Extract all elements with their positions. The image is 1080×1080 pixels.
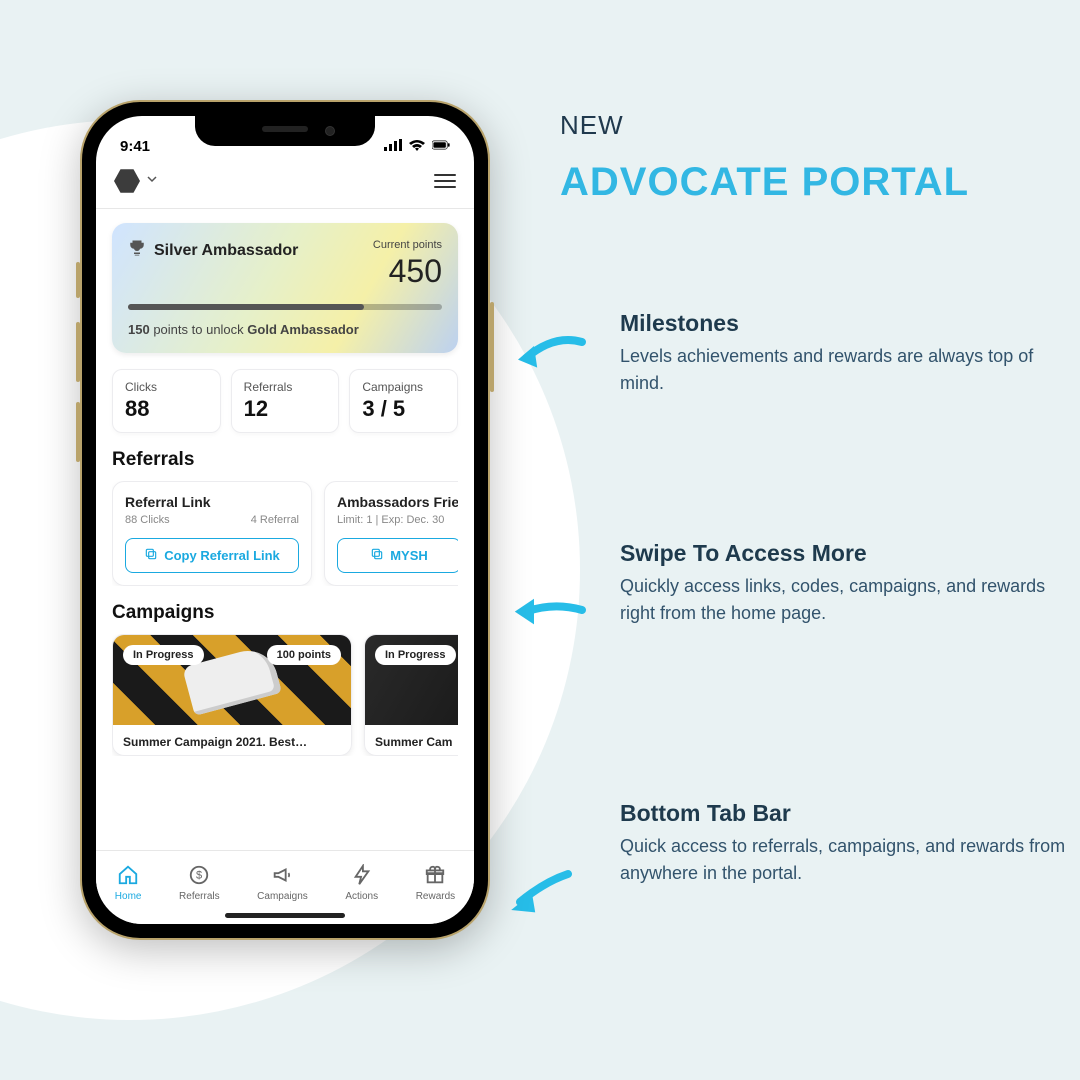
stat-label: Campaigns — [362, 380, 445, 394]
points-chip: 100 points — [267, 645, 341, 665]
stat-label: Referrals — [244, 380, 327, 394]
milestone-tier: Silver Ambassador — [154, 242, 298, 260]
arrow-icon — [510, 320, 590, 385]
trophy-icon — [128, 239, 146, 262]
stat-campaigns[interactable]: Campaigns 3 / 5 — [349, 369, 458, 433]
signal-icon — [384, 138, 402, 155]
annotation-desc: Levels achievements and rewards are alwa… — [620, 343, 1080, 397]
stat-clicks[interactable]: Clicks 88 — [112, 369, 221, 433]
chevron-down-icon — [146, 172, 158, 190]
phone-frame: 9:41 Silver Ambassador — [80, 100, 490, 940]
annotation-title: Swipe To Access More — [620, 540, 1080, 567]
brand-dropdown[interactable] — [114, 168, 158, 194]
referral-card-title: Ambassadors Frie — [337, 494, 458, 510]
wifi-icon — [408, 138, 426, 155]
promo-badge: NEW — [560, 110, 1020, 141]
annotation-desc: Quickly access links, codes, campaigns, … — [620, 573, 1080, 627]
megaphone-icon — [271, 864, 293, 889]
campaign-title: Summer Cam — [365, 725, 458, 755]
stat-value: 3 / 5 — [362, 396, 445, 422]
annotation-desc: Quick access to referrals, campaigns, an… — [620, 833, 1080, 887]
referral-card[interactable]: Referral Link 88 Clicks 4 Referral Copy R… — [112, 481, 312, 586]
home-icon — [117, 864, 139, 889]
referral-card-title: Referral Link — [125, 494, 299, 510]
current-points-value: 450 — [373, 253, 442, 290]
home-indicator — [225, 913, 345, 918]
battery-icon — [432, 138, 450, 155]
referral-sub: Limit: 1 | Exp: Dec. 30 — [337, 514, 444, 526]
copy-referral-button[interactable]: Copy Referral Link — [125, 538, 299, 573]
milestone-progress — [128, 304, 442, 310]
arrow-icon — [500, 860, 580, 925]
copy-icon — [144, 547, 158, 564]
status-time: 9:41 — [120, 138, 150, 155]
milestone-next: 150 points to unlock Gold Ambassador — [128, 322, 442, 337]
tab-campaigns[interactable]: Campaigns — [257, 864, 308, 902]
tab-actions[interactable]: Actions — [345, 864, 378, 902]
referral-sub: 88 Clicks — [125, 514, 170, 526]
tab-home[interactable]: Home — [115, 864, 142, 902]
annotation-swipe: Swipe To Access More Quickly access link… — [620, 540, 1080, 627]
referral-code-button[interactable]: MYSH — [337, 538, 458, 573]
annotation-title: Milestones — [620, 310, 1080, 337]
annotation-milestones: Milestones Levels achievements and rewar… — [620, 310, 1080, 397]
status-chip: In Progress — [123, 645, 204, 665]
stat-referrals[interactable]: Referrals 12 — [231, 369, 340, 433]
current-points-label: Current points — [373, 239, 442, 251]
copy-icon — [370, 547, 384, 564]
referral-sub: 4 Referral — [251, 514, 299, 526]
status-chip: In Progress — [375, 645, 456, 665]
bolt-icon — [351, 864, 373, 889]
stat-label: Clicks — [125, 380, 208, 394]
brand-logo-icon — [114, 168, 140, 194]
promo-headline: ADVOCATE PORTAL — [560, 160, 1020, 205]
section-title-referrals: Referrals — [112, 449, 458, 471]
tab-bar: Home $ Referrals Campaigns Actions Rewar… — [96, 850, 474, 924]
referrals-scroller[interactable]: Referral Link 88 Clicks 4 Referral Copy R… — [112, 481, 458, 586]
campaign-card[interactable]: In Progress 100 points Summer Campaign 2… — [112, 634, 352, 756]
campaign-card[interactable]: In Progress Summer Cam — [364, 634, 458, 756]
stat-value: 12 — [244, 396, 327, 422]
stat-value: 88 — [125, 396, 208, 422]
annotation-title: Bottom Tab Bar — [620, 800, 1080, 827]
tab-rewards[interactable]: Rewards — [416, 864, 455, 902]
annotation-tabbar: Bottom Tab Bar Quick access to referrals… — [620, 800, 1080, 887]
campaigns-scroller[interactable]: In Progress 100 points Summer Campaign 2… — [112, 634, 458, 756]
svg-text:$: $ — [196, 869, 202, 881]
menu-button[interactable] — [434, 174, 456, 188]
referral-card[interactable]: Ambassadors Frie Limit: 1 | Exp: Dec. 30… — [324, 481, 458, 586]
campaign-title: Summer Campaign 2021. Best… — [113, 725, 351, 755]
section-title-campaigns: Campaigns — [112, 602, 458, 624]
dollar-icon: $ — [188, 864, 210, 889]
tab-referrals[interactable]: $ Referrals — [179, 864, 220, 902]
arrow-icon — [510, 580, 590, 645]
milestone-card[interactable]: Silver Ambassador Current points 450 150… — [112, 223, 458, 353]
gift-icon — [424, 864, 446, 889]
